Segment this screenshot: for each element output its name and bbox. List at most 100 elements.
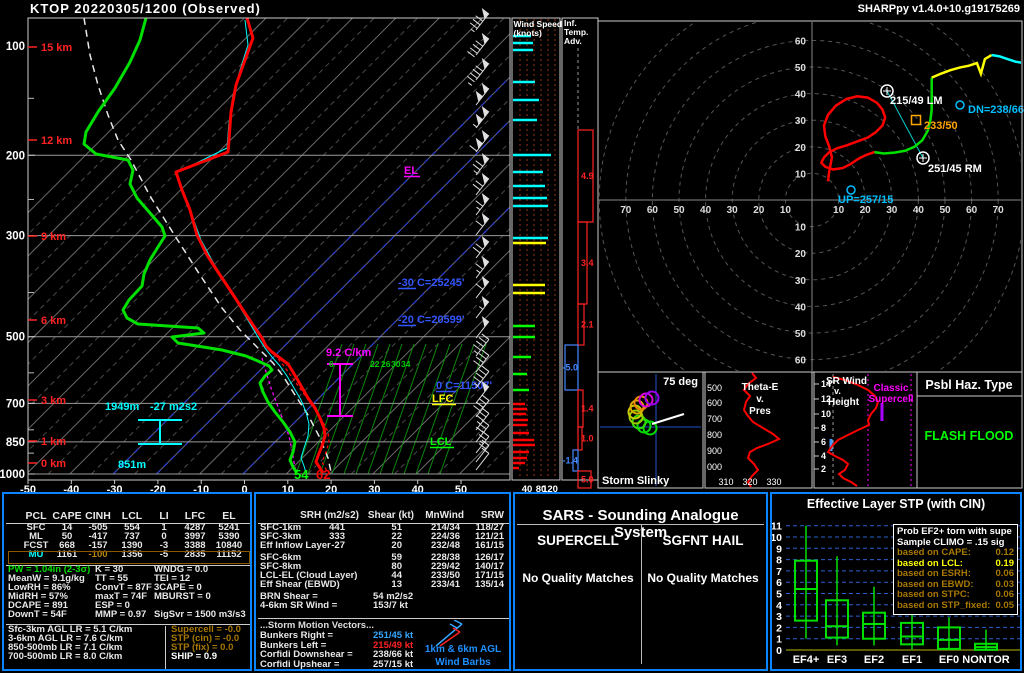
sharppy-window: KTOP 20220305/1200 (Observed) SHARPpy v1… — [0, 0, 1024, 673]
hodo-6-9km — [932, 55, 992, 78]
svg-text:Pres: Pres — [749, 406, 771, 417]
svg-text:3 km: 3 km — [41, 395, 66, 407]
sars-hail-matches: No Quality Matches — [643, 571, 763, 585]
svg-text:500: 500 — [6, 332, 25, 344]
hodo-9-12km — [992, 55, 1024, 63]
svg-text:LCL: LCL — [430, 436, 452, 448]
svg-text:Theta-E: Theta-E — [742, 382, 779, 393]
kin-value: 233/41 — [431, 580, 460, 590]
kin-value: 20 — [391, 541, 402, 551]
svg-text:9.2 C/km: 9.2 C/km — [326, 347, 371, 359]
svg-text:EL: EL — [404, 165, 418, 177]
kin-value: 232/48 — [431, 541, 460, 551]
svg-text:62: 62 — [316, 467, 330, 482]
sars-panel[interactable]: SARS - Sounding Analogue System SUPERCEL… — [513, 492, 768, 671]
svg-text:20: 20 — [753, 205, 765, 216]
svg-text:500: 500 — [707, 383, 722, 393]
mu-row-highlight — [8, 551, 250, 564]
stp-title: Effective Layer STP (with CIN) — [772, 497, 1020, 511]
svg-text:310: 310 — [718, 477, 733, 487]
svg-text:10: 10 — [795, 223, 807, 234]
wind-speed-panel: Wind Speed(knots)4080120 — [512, 18, 562, 495]
thermo-index: SigSvr = 1500 m3/s3 — [154, 610, 246, 620]
parcel-header: PCL — [26, 511, 47, 521]
smv-label: Corfidi Upshear = — [260, 660, 339, 670]
svg-text:000: 000 — [707, 462, 722, 472]
thermo-index: MBURST = 0 — [154, 592, 211, 602]
sr-wind-panel: 1412108642SR Windv.HeightClassicSupercel… — [814, 372, 917, 488]
parcel-header: CINH — [85, 511, 111, 521]
svg-text:22: 22 — [370, 359, 380, 369]
thermo-index: DownT = 54F — [8, 610, 67, 620]
sars-hail-header: SGFNT HAIL — [643, 533, 763, 548]
svg-text:75 deg: 75 deg — [663, 376, 698, 388]
barb-note: Wind Barbs — [435, 658, 490, 668]
kin-value: 153/7 kt — [373, 601, 408, 611]
svg-text:320: 320 — [742, 477, 757, 487]
svg-text:Storm Slinky: Storm Slinky — [602, 475, 670, 487]
svg-text:70: 70 — [620, 205, 632, 216]
svg-text:10: 10 — [795, 169, 807, 180]
svg-text:-5.0: -5.0 — [563, 363, 579, 373]
kin-header: SRW — [481, 511, 504, 521]
svg-text:5.0: 5.0 — [581, 475, 594, 485]
svg-text:-1.4: -1.4 — [563, 456, 579, 466]
svg-text:700: 700 — [6, 398, 25, 410]
temp-advection-panel: Inf.Temp.Adv.4.93.42.1-5.01.41.0-1.45.0 — [562, 18, 598, 488]
svg-text:Height: Height — [828, 397, 860, 408]
kin-value: 161/15 — [475, 541, 504, 551]
svg-text:v.: v. — [834, 386, 841, 396]
svg-text:UP=257/15: UP=257/15 — [838, 194, 893, 206]
svg-text:10: 10 — [833, 205, 845, 216]
parcel-header: EL — [222, 511, 235, 521]
svg-text:-27 m2s2: -27 m2s2 — [150, 401, 197, 413]
svg-text:50: 50 — [673, 205, 685, 216]
kin-header: SRH (m2/s2) — [300, 511, 359, 521]
svg-text:10: 10 — [821, 409, 831, 419]
svg-text:233/50: 233/50 — [924, 120, 958, 132]
kin-value: 135/14 — [475, 580, 504, 590]
svg-text:(knots): (knots) — [514, 28, 543, 38]
svg-text:6 km: 6 km — [41, 315, 66, 327]
svg-text:600: 600 — [707, 398, 722, 408]
svg-text:60: 60 — [795, 36, 807, 47]
svg-text:40: 40 — [795, 302, 807, 313]
kin-label: 4-6km SR Wind = — [260, 601, 337, 611]
storm-slinky-panel: 75 deg Storm Slinky — [598, 372, 703, 488]
parcel-header: CAPE — [52, 511, 81, 521]
svg-text:50: 50 — [795, 329, 807, 340]
kinematics-panel[interactable]: SRH (m2/s2)Shear (kt)MnWindSRWSFC-1km441… — [254, 492, 511, 671]
svg-text:Classic: Classic — [873, 383, 908, 394]
svg-text:40: 40 — [700, 205, 712, 216]
svg-text:30: 30 — [886, 205, 898, 216]
svg-text:1949m: 1949m — [105, 401, 139, 413]
svg-text:4: 4 — [821, 451, 826, 461]
sars-supercell-matches: No Quality Matches — [518, 571, 638, 585]
kin-layer: Eff Shear (EBWD) — [260, 580, 340, 590]
svg-text:30: 30 — [391, 359, 401, 369]
svg-text:40: 40 — [913, 205, 925, 216]
sars-divider — [641, 524, 642, 664]
svg-text:330: 330 — [766, 477, 781, 487]
svg-text:10: 10 — [780, 205, 792, 216]
sars-box-top — [517, 524, 764, 525]
parcel-header: LFC — [185, 511, 205, 521]
kin-value: -27 — [331, 541, 345, 551]
svg-text:-20 C=20599': -20 C=20599' — [398, 314, 465, 326]
svg-text:3.4: 3.4 — [581, 258, 594, 268]
svg-text:26: 26 — [381, 359, 391, 369]
skewt-plot-area — [0, 18, 937, 474]
smv-value: 257/15 kt — [373, 660, 413, 670]
svg-text:2.1: 2.1 — [581, 320, 594, 330]
thermo-indices-panel[interactable]: PCLCAPECINHLCLLILFCELSFC14-5055541428752… — [2, 492, 252, 671]
svg-text:6: 6 — [821, 437, 826, 447]
composite-divider — [165, 626, 166, 669]
sars-supercell-header: SUPERCELL — [518, 533, 638, 548]
svg-text:20: 20 — [795, 143, 807, 154]
svg-text:215/49 LM: 215/49 LM — [890, 95, 943, 107]
svg-text:54: 54 — [294, 467, 309, 482]
svg-text:9 km: 9 km — [41, 231, 66, 243]
hodo-0-3km — [821, 96, 885, 181]
kin-header: MnWind — [425, 511, 464, 521]
kin-header: Shear (kt) — [368, 511, 414, 521]
